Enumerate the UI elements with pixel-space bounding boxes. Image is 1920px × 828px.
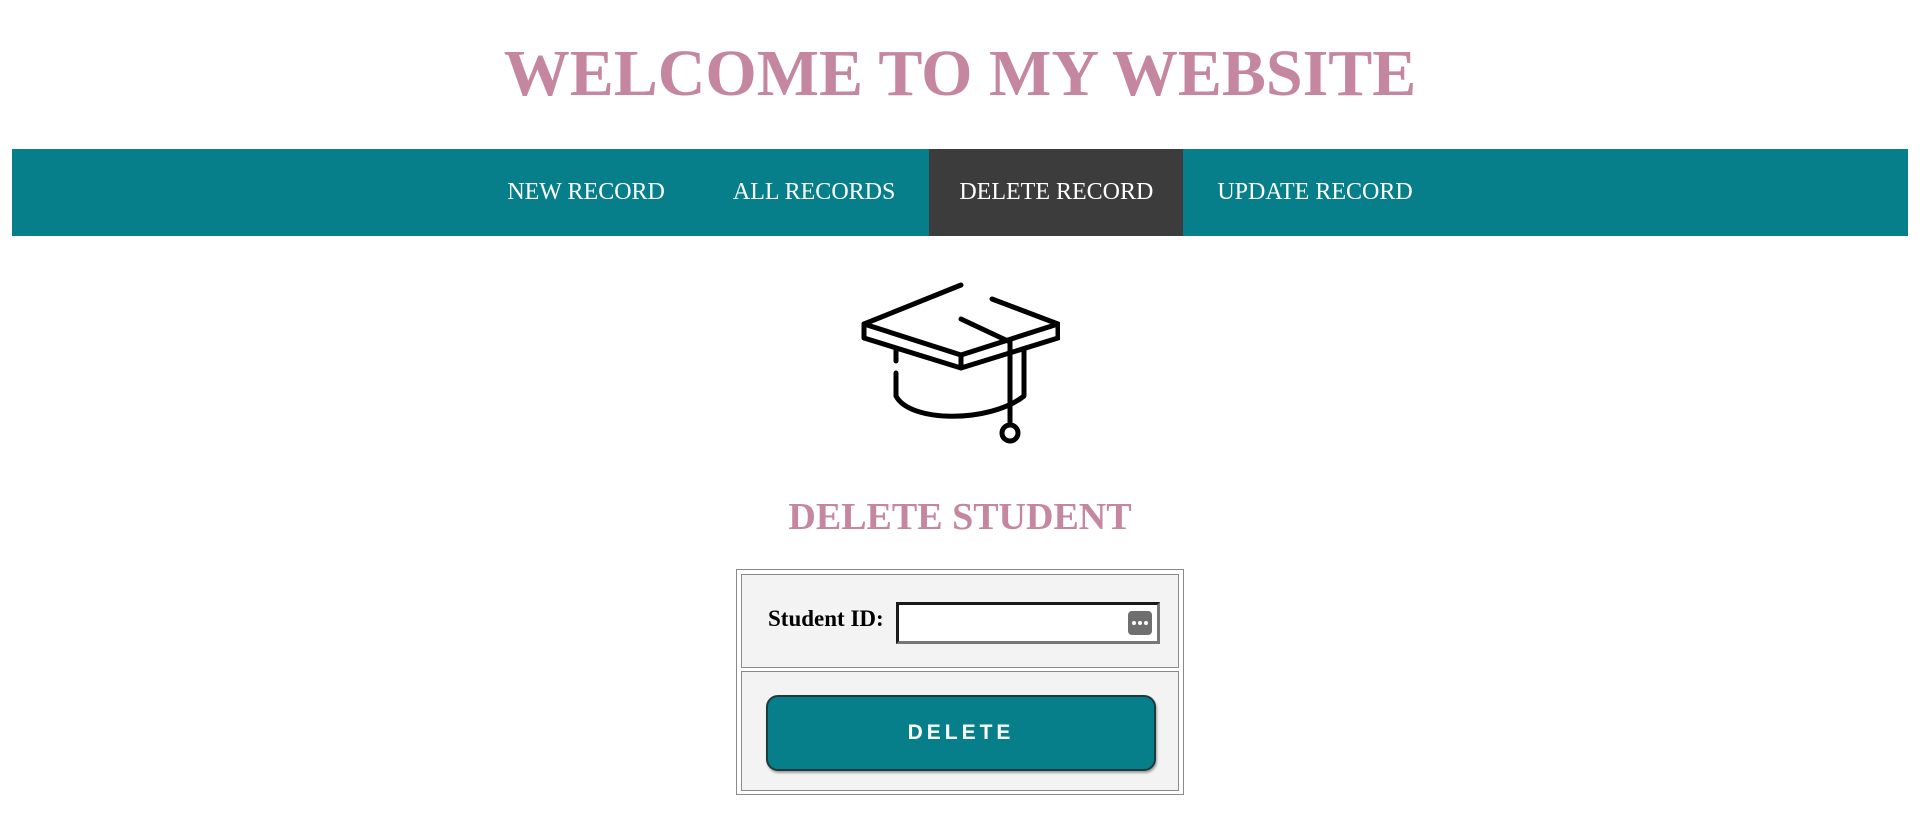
nav-delete-record[interactable]: DELETE RECORD	[929, 149, 1184, 236]
nav-update-record[interactable]: UPDATE RECORD	[1183, 149, 1446, 236]
submit-row: DELETE	[741, 671, 1179, 791]
more-dots-icon[interactable]	[1128, 611, 1152, 635]
graduation-cap-icon	[860, 278, 1061, 448]
student-id-input[interactable]	[896, 602, 1160, 644]
site-title: WELCOME TO MY WEBSITE	[503, 37, 1417, 110]
delete-form: Student ID: DELETE	[736, 569, 1184, 795]
section-title: DELETE STUDENT	[788, 496, 1132, 538]
student-id-row: Student ID:	[741, 574, 1179, 668]
nav-new-record[interactable]: NEW RECORD	[473, 149, 699, 236]
delete-button[interactable]: DELETE	[766, 695, 1156, 771]
student-id-label: Student ID:	[768, 606, 884, 631]
nav-all-records[interactable]: ALL RECORDS	[699, 149, 929, 236]
main-navbar: NEW RECORD ALL RECORDS DELETE RECORD UPD…	[12, 149, 1908, 236]
